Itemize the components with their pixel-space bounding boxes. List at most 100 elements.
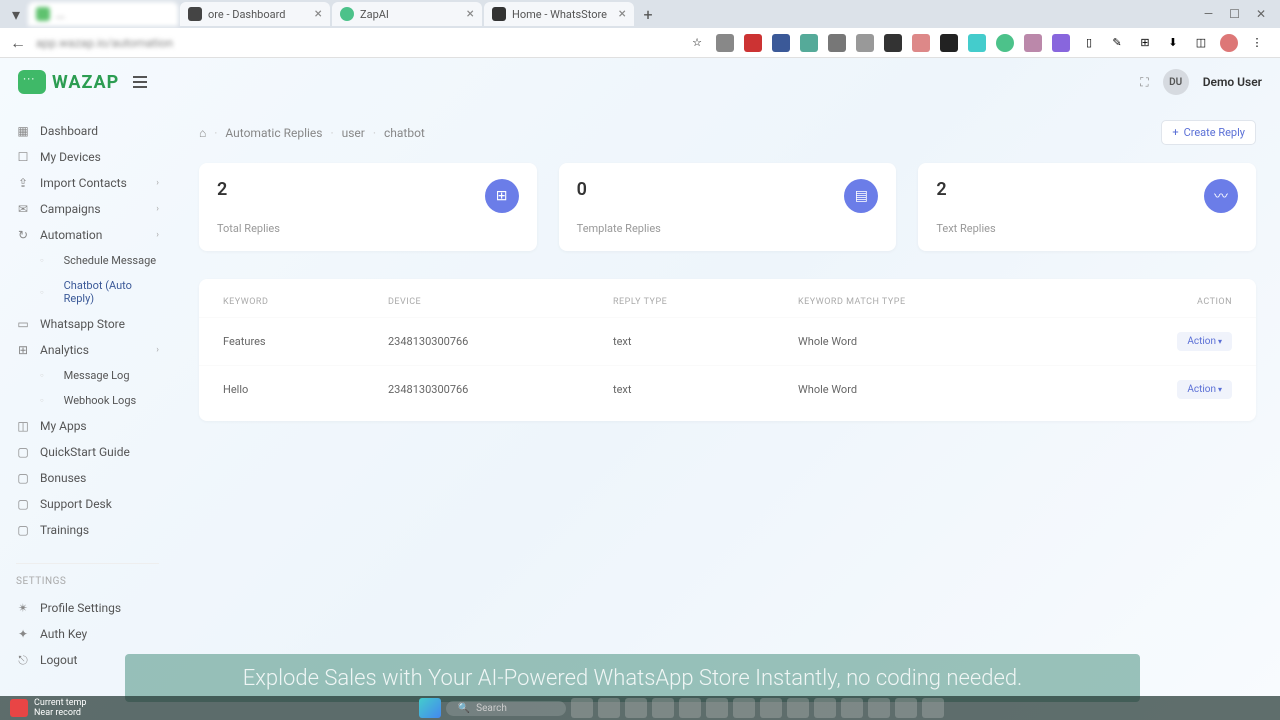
sidebar-item-label: My Apps [40,419,87,433]
sidebar-item-label: Trainings [40,523,89,537]
download-icon[interactable]: ⬇ [1164,34,1182,52]
table-row: Features 2348130300766 text Whole Word A… [199,317,1256,365]
chevron-right-icon: › [156,204,159,214]
extensions-icon[interactable]: ⊞ [1136,34,1154,52]
ext-icon[interactable] [716,34,734,52]
logo[interactable]: WAZAP [18,70,119,94]
menu-icon[interactable]: ⋮ [1248,34,1266,52]
taskbar-app-icon[interactable] [760,698,782,718]
browser-tab[interactable]: ZapAI × [332,2,482,26]
tab-title: Home - WhatsStore [512,8,613,21]
breadcrumb-item[interactable]: user [342,126,365,140]
sidebar-item-chatbot[interactable]: Chatbot (Auto Reply) [10,273,165,311]
ext-icon[interactable]: ▯ [1080,34,1098,52]
ext-icon[interactable] [1052,34,1070,52]
taskbar-app-icon[interactable] [895,698,917,718]
ext-icon[interactable] [996,34,1014,52]
maximize-icon[interactable]: ☐ [1229,7,1240,21]
row-action-button[interactable]: Action [1177,380,1232,399]
sidebar-item-analytics[interactable]: ⊞Analytics› [10,337,165,363]
sidebar-item-auth-key[interactable]: ✦Auth Key [10,621,165,647]
taskbar-weather[interactable]: Current temp Near record [10,698,86,718]
sidebar-item-label: Auth Key [40,627,87,641]
sidebar-item-whatsapp-store[interactable]: ▭Whatsapp Store [10,311,165,337]
sidebar-item-my-apps[interactable]: ◫My Apps [10,413,165,439]
browser-tab[interactable]: ... [28,2,178,26]
taskbar-app-icon[interactable] [868,698,890,718]
close-window-icon[interactable]: ✕ [1256,7,1266,21]
url-input[interactable]: app.wazap.io/automation [36,36,236,50]
sidebar-item-trainings[interactable]: ▢Trainings [10,517,165,543]
taskbar-app-icon[interactable] [733,698,755,718]
sidebar-item-quickstart[interactable]: ▢QuickStart Guide [10,439,165,465]
sidebar-item-label: Whatsapp Store [40,317,125,331]
tab-dropdown-icon[interactable]: ▾ [4,5,28,24]
sidebar-item-profile-settings[interactable]: ✴Profile Settings [10,595,165,621]
taskbar-app-icon[interactable] [841,698,863,718]
browser-tab[interactable]: Home - WhatsStore × [484,2,634,26]
cell-reply-type: text [613,383,798,396]
new-tab-button[interactable]: + [636,5,660,24]
ext-icon[interactable] [1024,34,1042,52]
taskbar-app-icon[interactable] [814,698,836,718]
menu-toggle-icon[interactable] [133,76,147,88]
sidebar-item-campaigns[interactable]: ✉Campaigns› [10,196,165,222]
cell-keyword: Hello [223,383,388,396]
ext-icon[interactable] [800,34,818,52]
ext-icon[interactable] [968,34,986,52]
sidebar-item-schedule-message[interactable]: Schedule Message [10,248,165,273]
create-reply-button[interactable]: +Create Reply [1161,120,1256,145]
weather-line1: Current temp [34,698,86,708]
ext-icon[interactable] [772,34,790,52]
taskbar-app-icon[interactable] [922,698,944,718]
home-icon[interactable]: ⌂ [199,126,206,140]
row-action-button[interactable]: Action [1177,332,1232,351]
sidebar-item-dashboard[interactable]: ▦Dashboard [10,118,165,144]
sidebar-item-automation[interactable]: ↻Automation› [10,222,165,248]
sidebar-item-support[interactable]: ▢Support Desk [10,491,165,517]
sidepanel-icon[interactable]: ◫ [1192,34,1210,52]
expand-icon[interactable]: ⛶ [1140,75,1148,90]
sidebar-item-message-log[interactable]: Message Log [10,363,165,388]
avatar[interactable]: DU [1163,69,1189,95]
ext-icon[interactable] [744,34,762,52]
back-button[interactable]: ← [8,33,28,53]
stat-value: 2 [217,179,280,200]
ext-icon[interactable] [912,34,930,52]
taskbar-search[interactable]: 🔍Search [446,701,566,716]
breadcrumb-item[interactable]: Automatic Replies [225,126,322,140]
start-icon[interactable] [419,698,441,718]
ext-icon[interactable] [828,34,846,52]
taskbar-app-icon[interactable] [787,698,809,718]
taskbar-app-icon[interactable] [625,698,647,718]
taskbar-app-icon[interactable] [652,698,674,718]
close-icon[interactable]: × [315,6,322,22]
sidebar-item-devices[interactable]: ☐My Devices [10,144,165,170]
devices-icon: ☐ [16,150,30,164]
breadcrumb-item[interactable]: chatbot [384,126,425,140]
browser-tab[interactable]: ore - Dashboard × [180,2,330,26]
stat-value: 0 [577,179,661,200]
close-icon[interactable]: × [619,6,626,22]
minimize-icon[interactable]: — [1204,7,1213,21]
favicon-icon [340,7,354,21]
favicon-icon [36,7,50,21]
close-icon[interactable]: × [467,6,474,22]
sidebar-item-bonuses[interactable]: ▢Bonuses [10,465,165,491]
ext-icon[interactable] [856,34,874,52]
ext-icon[interactable] [884,34,902,52]
favicon-icon [188,7,202,21]
sidebar-item-import-contacts[interactable]: ⇪Import Contacts› [10,170,165,196]
taskbar-app-icon[interactable] [571,698,593,718]
taskbar-app-icon[interactable] [598,698,620,718]
gear-icon: ✴ [16,601,30,615]
logo-text: WAZAP [52,72,119,93]
sidebar-item-webhook-logs[interactable]: Webhook Logs [10,388,165,413]
star-icon[interactable]: ☆ [688,34,706,52]
profile-icon[interactable] [1220,34,1238,52]
ext-icon[interactable] [940,34,958,52]
taskbar-app-icon[interactable] [679,698,701,718]
taskbar-app-icon[interactable] [706,698,728,718]
ext-icon[interactable]: ✎ [1108,34,1126,52]
sidebar-item-label: Chatbot (Auto Reply) [64,279,159,305]
